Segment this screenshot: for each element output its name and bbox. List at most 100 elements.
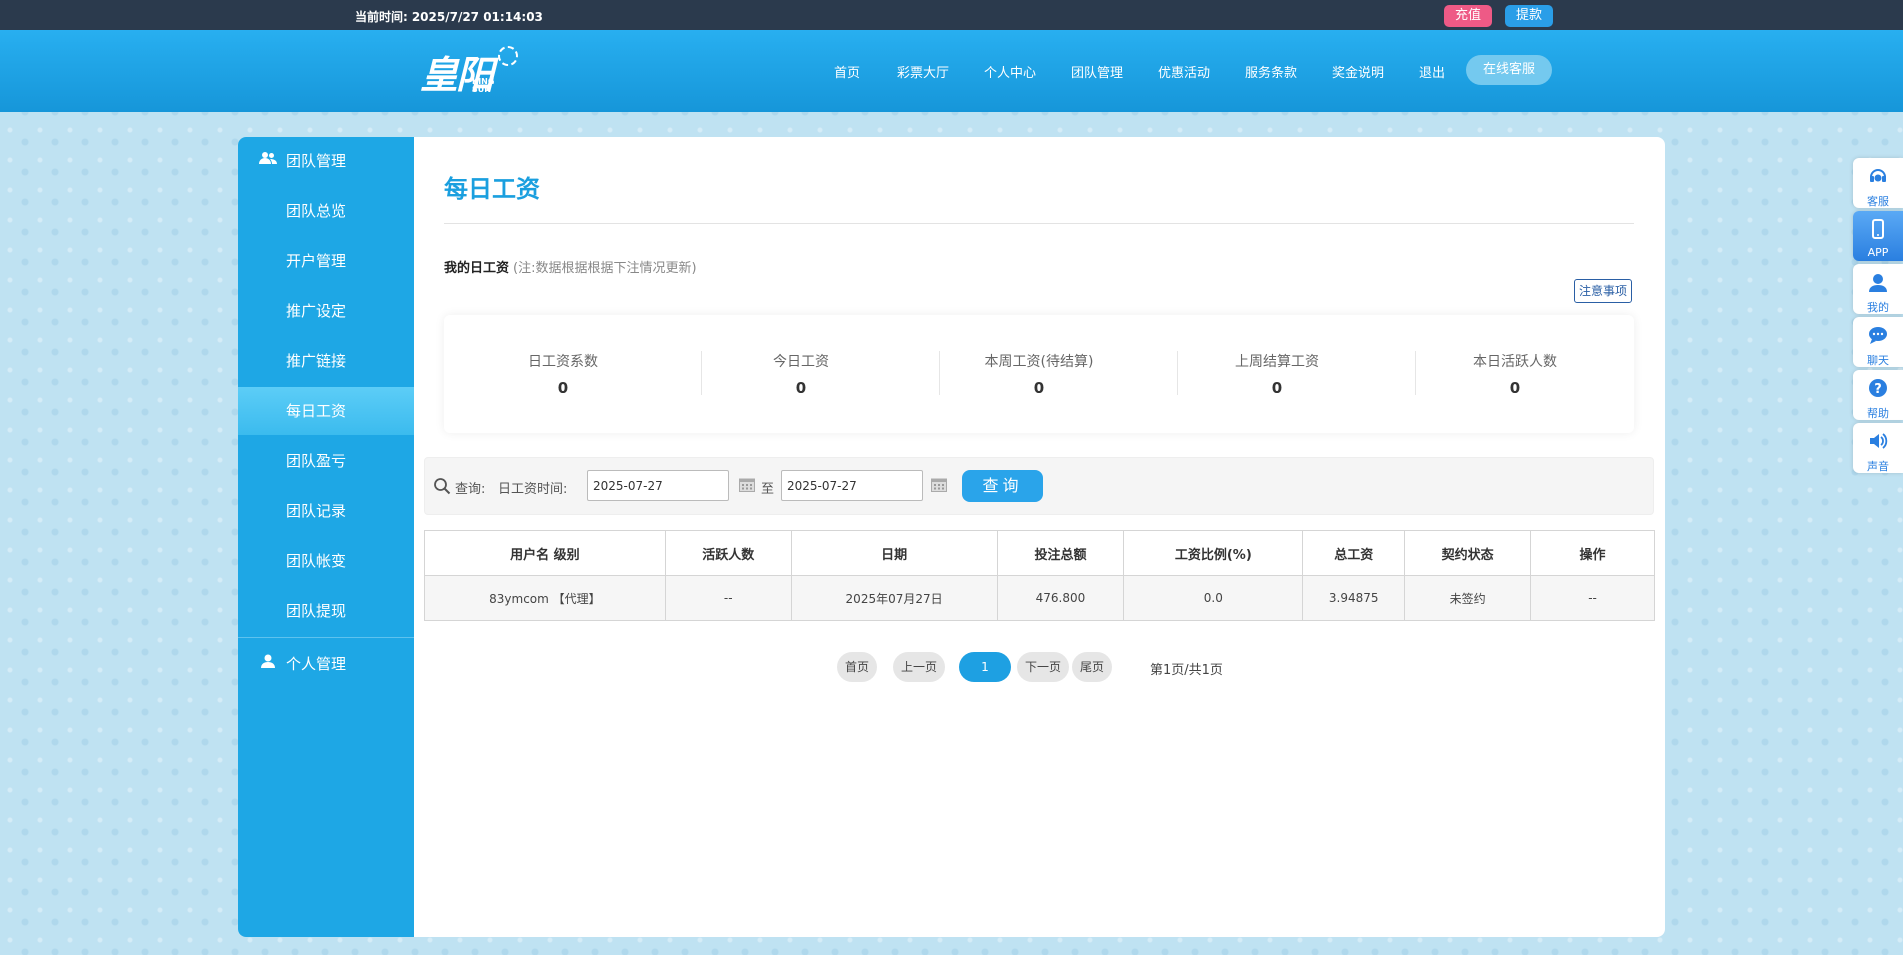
current-time: 当前时间: 2025/7/27 01:14:03 [355,8,543,25]
end-date-input[interactable] [781,470,923,501]
section-title: 我的日工资 (注:数据根据根据下注情况更新) [444,257,697,276]
nav-promotions[interactable]: 优惠活动 [1158,62,1210,81]
current-time-label: 当前时间: [355,10,408,24]
team-icon [258,137,278,185]
table-cell-bet-total: 476.800 [996,575,1125,621]
float-label: 客服 [1867,195,1889,208]
sidebar-divider [238,637,414,638]
first-page-button[interactable]: 首页 [837,652,878,682]
wage-date-label: 日工资时间: [498,482,568,497]
to-label: 至 [761,482,775,497]
sidebar-item-team-records[interactable]: 团队记录 [238,487,414,535]
float-mine[interactable]: 我的 [1853,264,1903,314]
logo[interactable]: 皇阳 KING SUN [420,44,518,100]
table-header-row: 用户名 级别 活跃人数 日期 投注总额 工资比例(%) 总工资 契约状态 操作 [424,530,1655,576]
sidebar: 团队管理 团队总览 开户管理 推广设定 推广链接 每日工资 团队盈亏 团队记录 … [238,137,414,937]
sidebar-item-promo-settings[interactable]: 推广设定 [238,287,414,335]
header: 皇阳 KING SUN 首页 彩票大厅 个人中心 团队管理 优惠活动 服务条款 奖… [0,30,1903,112]
section-title-text: 我的日工资 [444,261,510,276]
nav-personal-center[interactable]: 个人中心 [984,62,1036,81]
stat-active-users: 本日活跃人数 0 [1396,351,1634,397]
column-header: 活跃人数 [664,530,792,576]
stat-label: 上周结算工资 [1235,354,1319,370]
nav-team-management[interactable]: 团队管理 [1071,62,1123,81]
stat-wage-coefficient: 日工资系数 0 [444,351,682,397]
sidebar-group-team[interactable]: 团队管理 [238,137,414,185]
top-bar: 当前时间: 2025/7/27 01:14:03 充值 提款 [0,0,1903,30]
stat-value: 0 [1509,379,1521,397]
stat-value: 0 [557,379,569,397]
float-chat[interactable]: 聊天 [1853,317,1903,367]
online-service-button[interactable]: 在线客服 [1466,55,1552,85]
table-cell-total-wage: 3.94875 [1302,575,1406,621]
column-header: 投注总额 [996,530,1125,576]
stat-week-wage: 本周工资(待结算) 0 [920,351,1158,397]
table-cell-wage-ratio: 0.0 [1123,575,1304,621]
stat-value: 0 [1033,379,1045,397]
next-page-button[interactable]: 下一页 [1017,652,1070,682]
column-header: 日期 [790,530,998,576]
nav-home[interactable]: 首页 [834,62,860,81]
column-header: 契约状态 [1404,530,1532,576]
float-app[interactable]: APP [1853,211,1903,261]
sidebar-group-team-label: 团队管理 [286,152,347,170]
prev-page-button[interactable]: 上一页 [893,652,946,682]
calendar-icon[interactable] [739,477,755,492]
search-icon [433,477,451,495]
title-divider [444,223,1634,224]
table-cell-active-users: -- [664,575,792,621]
nav-logout[interactable]: 退出 [1419,62,1445,81]
page-title: 每日工资 [444,175,540,203]
last-page-button[interactable]: 尾页 [1072,652,1113,682]
float-customer-service[interactable]: 客服 [1853,158,1903,208]
sidebar-item-account-management[interactable]: 开户管理 [238,237,414,285]
nav-lottery-hall[interactable]: 彩票大厅 [897,62,949,81]
sidebar-item-team-overview[interactable]: 团队总览 [238,187,414,235]
search-bar: 查询: 日工资时间: 至 查询 [424,457,1654,515]
float-label: 聊天 [1867,354,1889,367]
column-header: 工资比例(%) [1123,530,1304,576]
table-row: 83ymcom 【代理】 -- 2025年07月27日 476.800 0.0 … [424,575,1655,621]
phone-icon [1868,219,1888,239]
float-label: 声音 [1867,460,1889,473]
stat-label: 本日活跃人数 [1473,354,1557,370]
notice-button[interactable]: 注意事项 [1574,279,1633,303]
float-help[interactable]: ? 帮助 [1853,370,1903,420]
float-sound[interactable]: 声音 [1853,423,1903,473]
sun-icon [498,46,518,66]
float-label: 帮助 [1867,407,1889,420]
stats-card: 日工资系数 0 今日工资 0 本周工资(待结算) 0 上周结算工资 0 本日活跃… [444,315,1634,433]
withdraw-button[interactable]: 提款 [1505,5,1554,27]
wage-table: 用户名 级别 活跃人数 日期 投注总额 工资比例(%) 总工资 契约状态 操作 … [424,530,1655,621]
query-button[interactable]: 查询 [962,470,1043,502]
start-date-input[interactable] [587,470,729,501]
chat-icon [1868,325,1888,345]
nav-bonus-info[interactable]: 奖金说明 [1332,62,1384,81]
table-cell-action: -- [1530,575,1655,621]
sidebar-item-promo-link[interactable]: 推广链接 [238,337,414,385]
sidebar-item-team-profit[interactable]: 团队盈亏 [238,437,414,485]
stat-today-wage: 今日工资 0 [682,351,920,397]
sidebar-item-team-transactions[interactable]: 团队帐变 [238,537,414,585]
current-page-button[interactable]: 1 [959,652,1011,682]
main-panel: 团队管理 团队总览 开户管理 推广设定 推广链接 每日工资 团队盈亏 团队记录 … [238,137,1665,937]
sidebar-group-personal-label: 个人管理 [286,655,347,673]
sidebar-item-team-withdrawals[interactable]: 团队提现 [238,587,414,635]
recharge-button[interactable]: 充值 [1444,5,1493,27]
page-info: 第1页/共1页 [1150,663,1223,678]
headset-icon [1868,166,1888,186]
calendar-icon[interactable] [931,477,947,492]
table-cell-contract-status: 未签约 [1404,575,1532,621]
user-icon [1868,272,1888,292]
user-icon [258,640,278,688]
section-note: (注:数据根据根据下注情况更新) [513,261,697,276]
column-header: 操作 [1530,530,1655,576]
nav-terms[interactable]: 服务条款 [1245,62,1297,81]
column-header: 总工资 [1302,530,1406,576]
speaker-icon [1868,431,1888,451]
logo-sub-text: KING SUN [472,77,495,94]
sidebar-group-personal[interactable]: 个人管理 [238,640,414,688]
float-label: APP [1867,246,1889,259]
stat-value: 0 [795,379,807,397]
sidebar-item-daily-wage[interactable]: 每日工资 [238,387,414,435]
